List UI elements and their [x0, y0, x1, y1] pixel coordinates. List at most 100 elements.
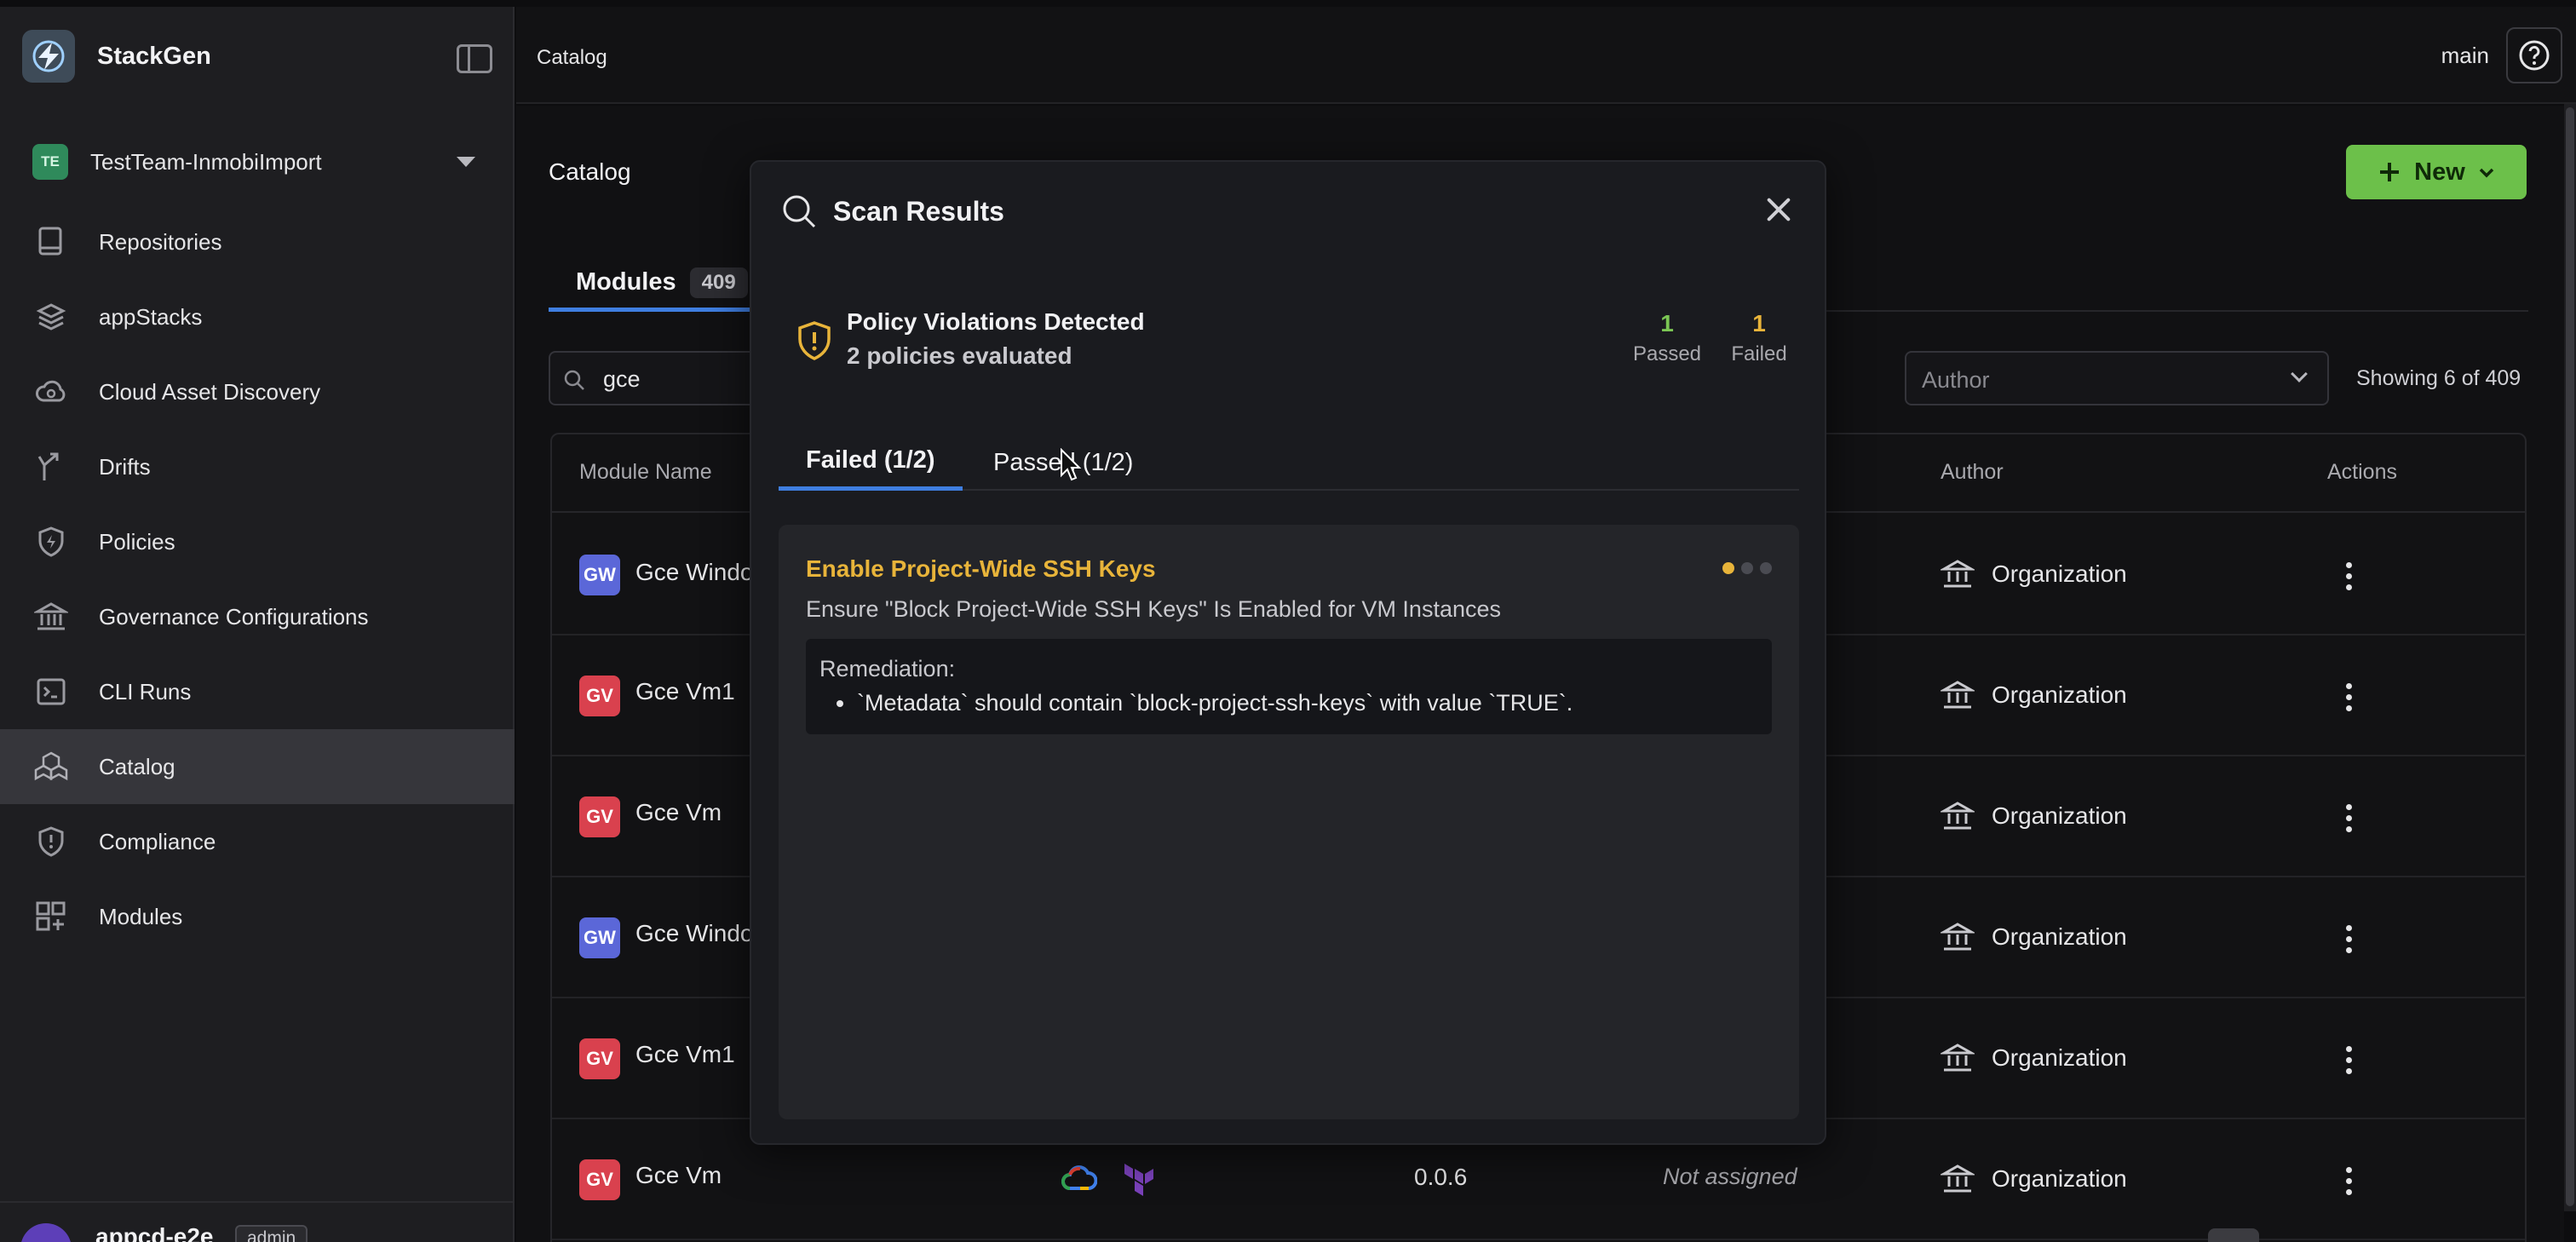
module-badge: GV — [579, 1038, 620, 1079]
row-actions-menu-icon[interactable] — [2346, 562, 2353, 590]
row-actions-menu-icon[interactable] — [2346, 683, 2353, 711]
sidebar-item-policies[interactable]: Policies — [0, 504, 515, 579]
warning-shield-icon — [798, 321, 831, 360]
severity-dots — [1722, 562, 1772, 574]
plus-icon — [2380, 163, 2400, 181]
user-name: appcd-e2e — [95, 1223, 214, 1242]
tab-modules[interactable]: Modules 409 — [549, 257, 775, 312]
author-cell: Organization — [1941, 1162, 2127, 1196]
brand[interactable]: StackGen — [22, 29, 211, 83]
team-name: TestTeam-InmobiImport — [90, 148, 322, 175]
sidebar-nav: Repositories appStacks Cloud Asset Disco… — [0, 204, 515, 954]
module-name[interactable]: Gce Windo — [635, 559, 754, 586]
terminal-icon — [32, 673, 70, 710]
failed-value: 1 — [1752, 310, 1766, 336]
sidebar-item-label: Repositories — [99, 228, 222, 255]
sidebar-item-label: Compliance — [99, 828, 216, 854]
sidebar: StackGen TE TestTeam-InmobiImport Reposi… — [0, 7, 515, 1242]
author-name: Organization — [1992, 681, 2127, 708]
scrollbar-thumb[interactable] — [2566, 107, 2574, 1206]
google-cloud-icon — [1061, 1165, 1097, 1190]
author-filter-select[interactable]: Author — [1905, 351, 2329, 405]
assignment-status: Not assigned — [1663, 1164, 1797, 1189]
tab-failed[interactable]: Failed (1/2) — [779, 434, 963, 491]
sidebar-item-label: Policies — [99, 528, 175, 555]
author-name: Organization — [1992, 561, 2127, 587]
sidebar-collapse-icon[interactable] — [457, 44, 492, 73]
user-menu[interactable]: appcd-e2e admin — [0, 1201, 515, 1242]
sidebar-item-modules[interactable]: Modules — [0, 879, 515, 954]
topbar: Catalog main — [516, 7, 2576, 104]
tab-label: Modules — [576, 268, 676, 296]
row-actions-menu-icon[interactable] — [2346, 925, 2353, 953]
sidebar-item-repositories[interactable]: Repositories — [0, 204, 515, 279]
module-badge: GW — [579, 555, 620, 595]
author-placeholder: Author — [1922, 367, 1990, 393]
module-badge: GV — [579, 1159, 620, 1200]
author-name: Organization — [1992, 802, 2127, 829]
author-name: Organization — [1992, 923, 2127, 950]
bank-icon — [1941, 923, 1975, 951]
search-icon — [783, 195, 816, 228]
horizontal-scrollbar-thumb[interactable] — [2208, 1228, 2259, 1242]
remediation-label: Remediation: — [819, 656, 956, 681]
sidebar-item-label: Catalog — [99, 753, 175, 779]
sidebar-item-cloud-asset-discovery[interactable]: Cloud Asset Discovery — [0, 354, 515, 429]
sidebar-item-drifts[interactable]: Drifts — [0, 429, 515, 504]
module-version: 0.0.6 — [1414, 1164, 1468, 1190]
author-name: Organization — [1992, 1165, 2127, 1192]
count-badge: 409 — [689, 267, 748, 298]
violations-subtitle: 2 policies evaluated — [847, 342, 1072, 369]
drift-icon — [32, 448, 70, 486]
policy-shield-icon — [32, 523, 70, 561]
bank-icon — [1941, 681, 1975, 709]
results-count: Showing 6 of 409 — [2356, 366, 2521, 390]
caret-down-icon — [457, 157, 475, 167]
team-avatar: TE — [32, 144, 68, 180]
violations-title: Policy Violations Detected — [847, 308, 1145, 335]
module-name[interactable]: Gce Vm1 — [635, 1041, 735, 1068]
help-icon — [2519, 40, 2550, 71]
column-header-module-name[interactable]: Module Name — [579, 460, 712, 485]
sidebar-item-label: Modules — [99, 903, 183, 929]
module-name[interactable]: Gce Vm — [635, 1162, 722, 1189]
close-icon[interactable] — [1762, 193, 1796, 227]
remediation-item: `Metadata` should contain `block-project… — [836, 690, 1573, 716]
passed-count: 1 Passed — [1620, 310, 1714, 366]
cloud-search-icon — [32, 373, 70, 411]
breadcrumb[interactable]: Catalog — [537, 46, 607, 70]
sidebar-item-appstacks[interactable]: appStacks — [0, 279, 515, 354]
module-name[interactable]: Gce Vm — [635, 799, 722, 826]
remediation-box: Remediation: `Metadata` should contain `… — [806, 639, 1772, 734]
column-header-author[interactable]: Author — [1941, 460, 2004, 485]
sidebar-item-catalog[interactable]: Catalog — [0, 729, 515, 804]
chevron-down-icon — [2479, 168, 2494, 178]
mouse-cursor-icon — [1061, 448, 1082, 481]
column-header-actions: Actions — [2327, 460, 2397, 484]
help-button[interactable] — [2506, 27, 2562, 83]
new-button[interactable]: New — [2346, 145, 2527, 199]
sidebar-item-compliance[interactable]: Compliance — [0, 804, 515, 879]
catalog-icon — [32, 748, 70, 785]
bank-icon — [1941, 560, 1975, 588]
row-actions-menu-icon[interactable] — [2346, 804, 2353, 832]
branch-label[interactable]: main — [2441, 43, 2489, 69]
search-icon — [564, 370, 584, 390]
modules-grid-icon — [32, 898, 70, 935]
role-badge: admin — [235, 1225, 308, 1242]
repository-icon — [32, 223, 70, 261]
module-name[interactable]: Gce Vm1 — [635, 678, 735, 705]
search-input[interactable]: gce — [549, 351, 770, 405]
module-name[interactable]: Gce Windo — [635, 920, 754, 947]
sidebar-item-cli-runs[interactable]: CLI Runs — [0, 654, 515, 729]
author-cell: Organization — [1941, 799, 2127, 833]
terraform-icon — [1124, 1164, 1153, 1196]
row-actions-menu-icon[interactable] — [2346, 1046, 2353, 1074]
row-actions-menu-icon[interactable] — [2346, 1167, 2353, 1195]
brand-name: StackGen — [97, 42, 211, 70]
bank-icon — [1941, 802, 1975, 830]
author-cell: Organization — [1941, 678, 2127, 712]
team-selector[interactable]: TE TestTeam-InmobiImport — [32, 141, 475, 182]
page-title: Catalog — [549, 158, 631, 185]
sidebar-item-governance-configurations[interactable]: Governance Configurations — [0, 579, 515, 654]
